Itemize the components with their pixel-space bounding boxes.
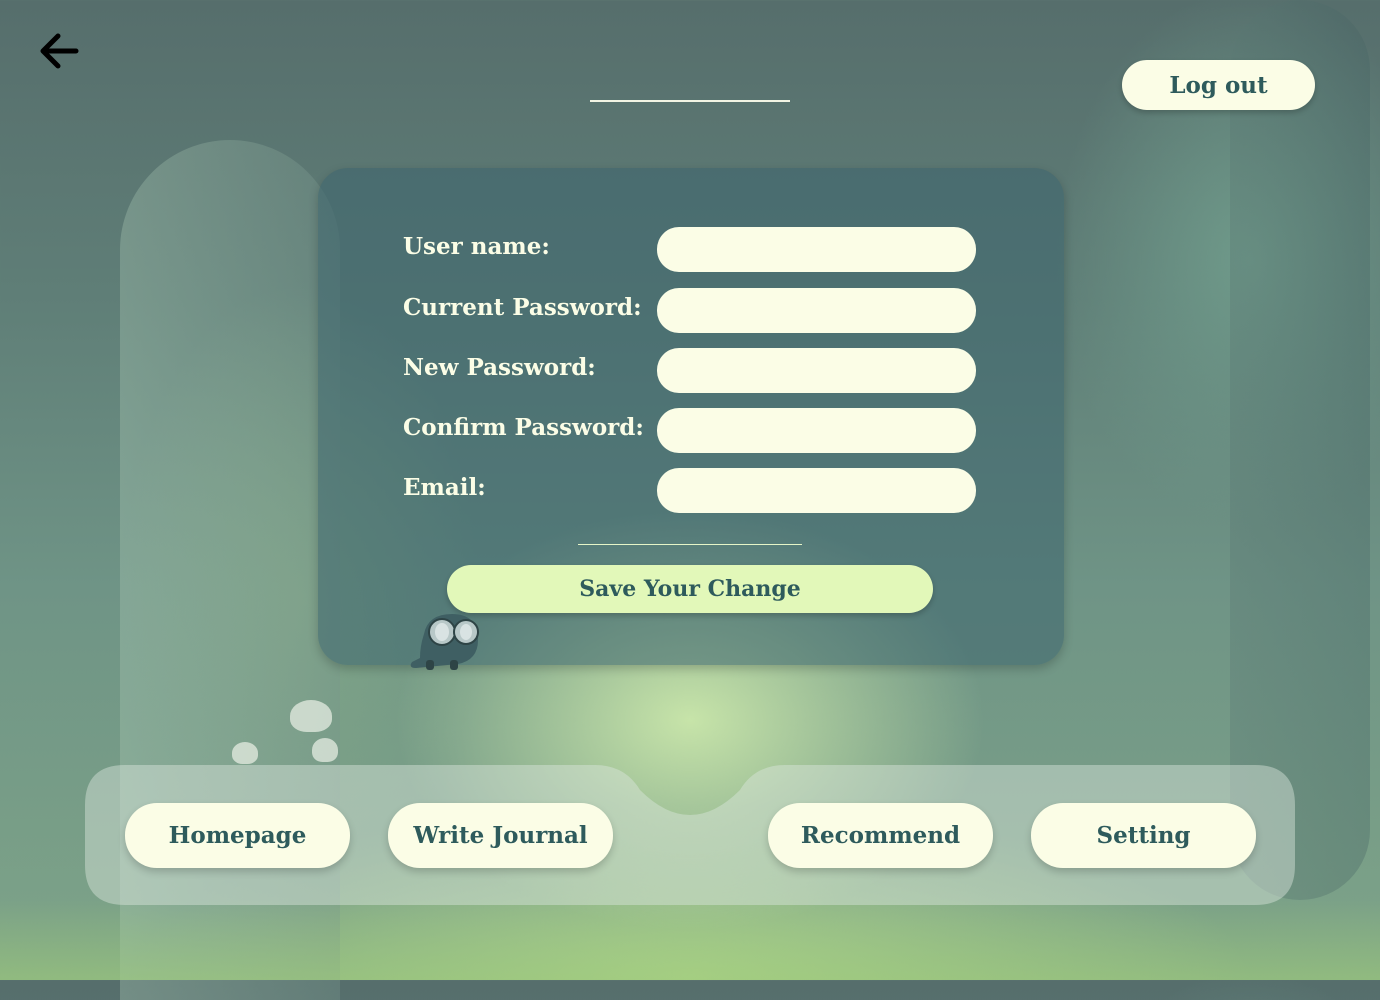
logout-button[interactable]: Log out xyxy=(1122,60,1315,110)
email-row: Email: xyxy=(403,468,978,513)
account-settings-form: User name: Current Password: New Passwor… xyxy=(318,168,1064,670)
confirm-password-input[interactable] xyxy=(657,408,976,453)
mushroom-decoration xyxy=(290,700,332,732)
current-password-row: Current Password: xyxy=(403,288,978,333)
mascot-creature-icon xyxy=(406,608,486,672)
bottom-navigation: Homepage Write Journal Recommend Setting xyxy=(85,765,1295,905)
new-password-row: New Password: xyxy=(403,348,978,393)
email-input[interactable] xyxy=(657,468,976,513)
form-divider xyxy=(578,544,802,545)
nav-setting-button[interactable]: Setting xyxy=(1031,803,1256,868)
email-label: Email: xyxy=(403,474,486,501)
current-password-label: Current Password: xyxy=(403,294,642,321)
username-label: User name: xyxy=(403,233,550,260)
username-input[interactable] xyxy=(657,227,976,272)
nav-write-journal-button[interactable]: Write Journal xyxy=(388,803,613,868)
current-password-input[interactable] xyxy=(657,288,976,333)
save-changes-button[interactable]: Save Your Change xyxy=(447,565,933,613)
nav-homepage-button[interactable]: Homepage xyxy=(125,803,350,868)
new-password-input[interactable] xyxy=(657,348,976,393)
mushroom-decoration xyxy=(312,738,338,762)
new-password-label: New Password: xyxy=(403,354,596,381)
title-underline xyxy=(590,100,790,102)
background-ground xyxy=(0,900,1380,980)
confirm-password-row: Confirm Password: xyxy=(403,408,978,453)
arrow-left-icon[interactable] xyxy=(38,32,80,70)
mushroom-decoration xyxy=(232,742,258,764)
username-row: User name: xyxy=(403,227,978,272)
confirm-password-label: Confirm Password: xyxy=(403,414,644,441)
nav-recommend-button[interactable]: Recommend xyxy=(768,803,993,868)
